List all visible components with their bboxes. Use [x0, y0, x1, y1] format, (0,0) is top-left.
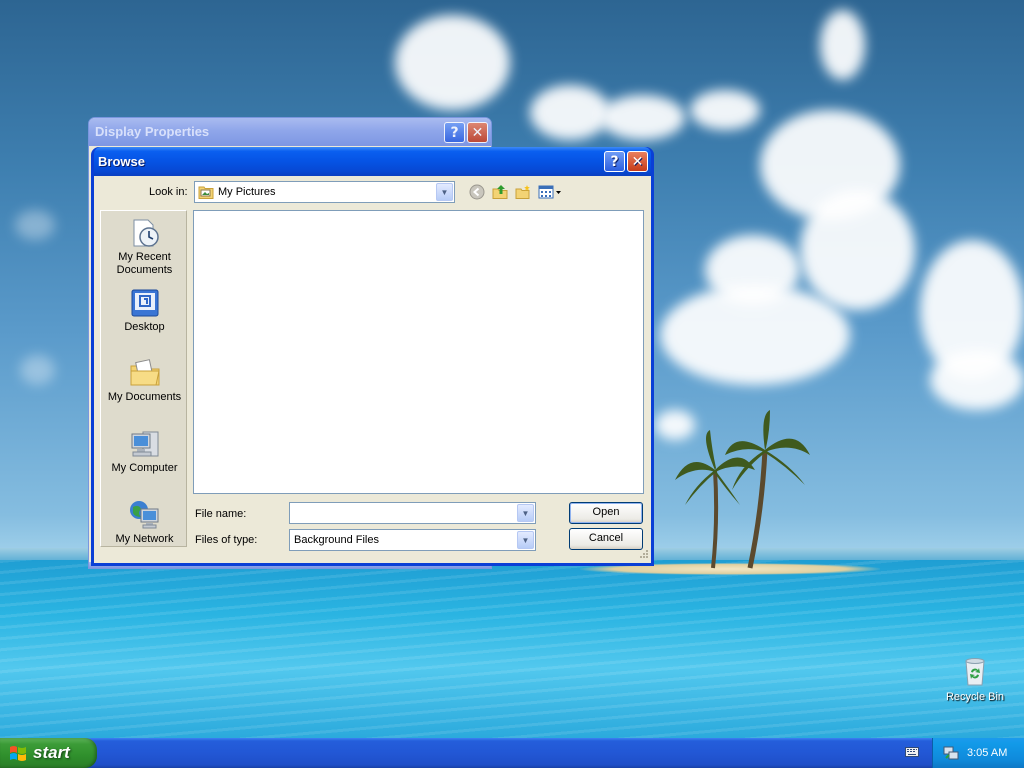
sea [0, 560, 1024, 738]
clock[interactable]: 3:05 AM [967, 747, 1007, 759]
recent-documents-icon [133, 219, 159, 247]
view-menu-icon [538, 185, 561, 199]
open-button[interactable]: Open [569, 502, 643, 524]
up-folder-icon [492, 185, 508, 199]
file-type-label: Files of type: [195, 534, 258, 546]
desktop-icon-label: Recycle Bin [945, 691, 1005, 703]
place-label: Desktop [124, 321, 165, 333]
place-my-documents[interactable]: My Documents [101, 357, 188, 404]
start-label: start [33, 743, 70, 762]
window-title: Display Properties [95, 124, 210, 139]
file-name-label: File name: [195, 508, 247, 520]
help-button[interactable]: ? [604, 151, 625, 172]
up-folder-button[interactable] [490, 183, 510, 201]
file-name-field[interactable]: ▼ [289, 502, 536, 524]
new-folder-button[interactable] [513, 183, 533, 201]
back-icon [469, 184, 485, 200]
places-bar: My Recent Documents Desktop My Documents… [100, 210, 187, 547]
close-icon: ✕ [631, 153, 644, 170]
place-label: Documents [116, 264, 173, 276]
close-button[interactable]: ✕ [627, 151, 648, 172]
place-label: My Network [115, 533, 174, 545]
dialog-body: Look in: My Pictures ▼ My Recent Documen… [94, 176, 651, 563]
taskbar: start 3:05 AM [0, 738, 1024, 768]
close-icon: ✕ [471, 124, 484, 141]
back-button[interactable] [467, 183, 487, 201]
display-properties-titlebar[interactable]: Display Properties ? ✕ [89, 118, 491, 146]
view-menu-button[interactable] [537, 183, 563, 201]
dropdown-arrow-icon[interactable]: ▼ [436, 183, 453, 201]
place-label: My Recent [118, 251, 171, 263]
cloud [395, 15, 510, 110]
cloud [930, 350, 1024, 410]
dialog-title: Browse [98, 154, 145, 169]
help-icon: ? [610, 153, 619, 170]
palm-trees [675, 410, 810, 569]
my-documents-icon [130, 359, 160, 386]
start-button[interactable]: start [0, 738, 97, 768]
dropdown-arrow-icon[interactable]: ▼ [517, 531, 534, 549]
recycle-bin-icon [965, 658, 985, 686]
browse-dialog: Browse ? ✕ Look in: My Pictures ▼ My Rec… [91, 147, 654, 566]
cloud [530, 85, 610, 140]
cloud [600, 95, 685, 140]
place-label: My Computer [111, 462, 178, 474]
place-label: My Documents [107, 391, 182, 403]
desktop-icon [131, 289, 158, 317]
keyboard-icon[interactable] [905, 746, 919, 758]
place-my-computer[interactable]: My Computer [101, 428, 188, 475]
my-computer-icon [131, 431, 158, 457]
place-desktop[interactable]: Desktop [101, 287, 188, 334]
my-network-icon [129, 501, 158, 529]
look-in-label: Look in: [149, 186, 188, 198]
cloud [690, 90, 760, 130]
dropdown-arrow-icon[interactable]: ▼ [517, 504, 534, 522]
cancel-button[interactable]: Cancel [569, 528, 643, 550]
close-button[interactable]: ✕ [467, 122, 488, 143]
system-tray: 3:05 AM [932, 738, 1024, 768]
resize-grip-icon[interactable] [637, 549, 649, 561]
network-icon[interactable] [943, 745, 959, 761]
new-folder-icon [515, 185, 530, 199]
cloud [15, 210, 55, 240]
cloud [800, 190, 915, 310]
help-button[interactable]: ? [444, 122, 465, 143]
place-my-recent-documents[interactable]: My Recent Documents [101, 217, 188, 277]
file-type-dropdown[interactable]: Background Files ▼ [289, 529, 536, 551]
look-in-value: My Pictures [218, 186, 276, 198]
cloud [820, 10, 865, 80]
help-icon: ? [450, 124, 459, 141]
windows-logo-icon [10, 746, 26, 761]
place-my-network[interactable]: My Network [101, 499, 188, 546]
browse-titlebar[interactable]: Browse ? ✕ [94, 147, 651, 176]
look-in-dropdown[interactable]: My Pictures ▼ [194, 181, 455, 203]
file-list[interactable] [193, 210, 644, 494]
file-type-value: Background Files [294, 534, 379, 546]
my-pictures-folder-icon [198, 186, 214, 199]
desktop-icon-recycle-bin[interactable]: Recycle Bin [938, 655, 1012, 703]
cloud [660, 285, 850, 385]
cloud [20, 355, 55, 385]
